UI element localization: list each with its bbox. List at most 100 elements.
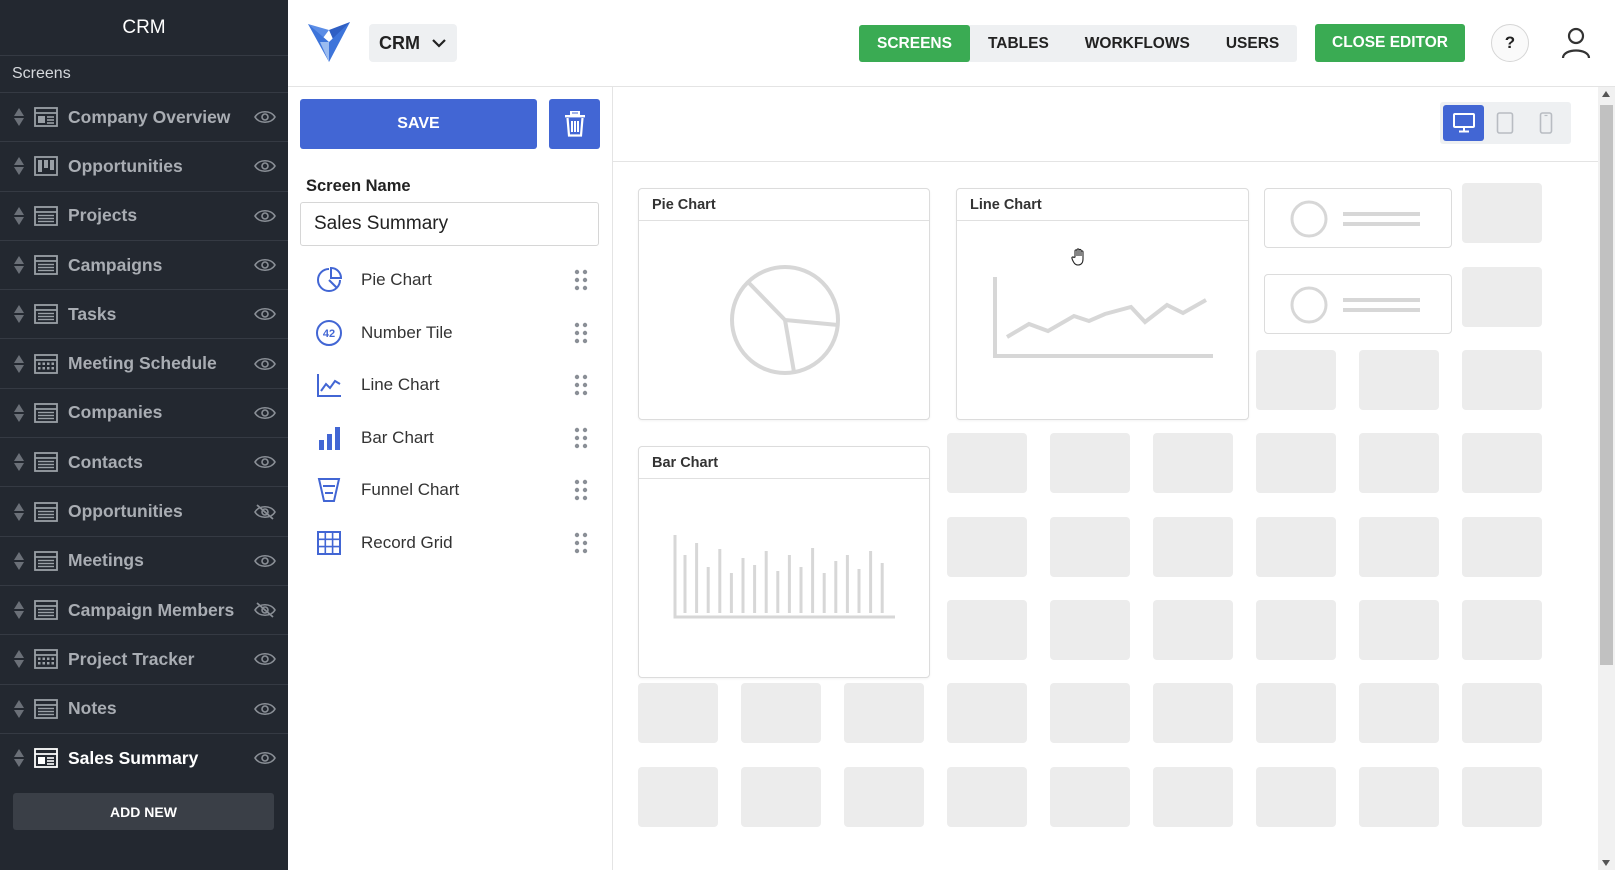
widget-bar-chart[interactable]: Bar Chart <box>300 412 600 465</box>
grid-cell[interactable] <box>1256 517 1336 577</box>
grid-cell[interactable] <box>1153 433 1233 493</box>
tab-users[interactable]: USERS <box>1208 25 1297 62</box>
sidebar-item-project-tracker[interactable]: Project Tracker <box>0 634 288 683</box>
reorder-handle-icon[interactable] <box>12 502 26 521</box>
mobile-view-button[interactable] <box>1525 105 1566 141</box>
grid-cell[interactable] <box>947 767 1027 827</box>
eye-off-icon[interactable] <box>254 503 276 520</box>
sidebar-item-company-overview[interactable]: Company Overview <box>0 92 288 141</box>
reorder-handle-icon[interactable] <box>12 650 26 669</box>
grid-cell[interactable] <box>1359 767 1439 827</box>
grid-cell[interactable] <box>1462 683 1542 743</box>
grid-cell[interactable] <box>1153 767 1233 827</box>
tab-screens[interactable]: SCREENS <box>859 25 970 62</box>
sidebar-item-notes[interactable]: Notes <box>0 683 288 733</box>
grid-cell[interactable] <box>1359 433 1439 493</box>
sidebar-item-campaign-members[interactable]: Campaign Members <box>0 584 288 634</box>
eye-icon[interactable] <box>254 306 276 322</box>
eye-icon[interactable] <box>254 651 276 667</box>
scroll-down-arrow-icon[interactable] <box>1602 860 1610 866</box>
grid-cell[interactable] <box>1256 600 1336 660</box>
pie-chart-card[interactable]: Pie Chart <box>638 188 930 420</box>
grid-cell[interactable] <box>1462 183 1542 243</box>
close-editor-button[interactable]: CLOSE EDITOR <box>1315 24 1465 62</box>
reorder-handle-icon[interactable] <box>12 551 26 570</box>
sidebar-item-sales-summary[interactable]: Sales Summary <box>0 732 288 782</box>
widget-line-chart[interactable]: Line Chart <box>300 359 600 412</box>
grid-cell[interactable] <box>947 683 1027 743</box>
grid-cell[interactable] <box>1462 350 1542 410</box>
reorder-handle-icon[interactable] <box>12 354 26 373</box>
add-new-screen-button[interactable]: ADD NEW <box>13 793 274 830</box>
grid-cell[interactable] <box>1256 683 1336 743</box>
drag-handle-icon[interactable] <box>574 479 588 501</box>
reorder-handle-icon[interactable] <box>12 157 26 176</box>
sidebar-item-companies[interactable]: Companies <box>0 387 288 437</box>
grid-cell[interactable] <box>947 600 1027 660</box>
sidebar-item-contacts[interactable]: Contacts <box>0 437 288 486</box>
reorder-handle-icon[interactable] <box>12 206 26 225</box>
reorder-handle-icon[interactable] <box>12 403 26 422</box>
eye-icon[interactable] <box>254 109 276 125</box>
screen-name-input[interactable] <box>300 202 599 246</box>
help-button[interactable]: ? <box>1491 24 1529 62</box>
grid-cell[interactable] <box>1359 683 1439 743</box>
grid-cell[interactable] <box>1462 433 1542 493</box>
eye-icon[interactable] <box>254 405 276 421</box>
sidebar-item-campaigns[interactable]: Campaigns <box>0 239 288 289</box>
scroll-up-arrow-icon[interactable] <box>1602 91 1610 97</box>
eye-icon[interactable] <box>254 257 276 273</box>
grid-cell[interactable] <box>1050 600 1130 660</box>
grid-cell[interactable] <box>638 767 718 827</box>
tab-tables[interactable]: TABLES <box>970 25 1067 62</box>
grid-cell[interactable] <box>741 767 821 827</box>
reorder-handle-icon[interactable] <box>12 108 26 127</box>
drag-handle-icon[interactable] <box>574 322 588 344</box>
grid-cell[interactable] <box>1050 683 1130 743</box>
number-tile-card[interactable] <box>1264 188 1452 248</box>
sidebar-item-projects[interactable]: Projects <box>0 190 288 240</box>
grid-cell[interactable] <box>1153 683 1233 743</box>
widget-pie-chart[interactable]: Pie Chart <box>300 254 600 307</box>
grid-cell[interactable] <box>1153 517 1233 577</box>
line-chart-card[interactable]: Line Chart <box>956 188 1249 420</box>
reorder-handle-icon[interactable] <box>12 601 26 620</box>
grid-cell[interactable] <box>1462 517 1542 577</box>
reorder-handle-icon[interactable] <box>12 699 26 718</box>
sidebar-item-tasks[interactable]: Tasks <box>0 289 288 338</box>
grid-cell[interactable] <box>1050 517 1130 577</box>
eye-icon[interactable] <box>254 750 276 766</box>
eye-icon[interactable] <box>254 208 276 224</box>
desktop-view-button[interactable] <box>1443 105 1484 141</box>
grid-cell[interactable] <box>1256 433 1336 493</box>
sidebar-item-meetings[interactable]: Meetings <box>0 535 288 585</box>
grid-cell[interactable] <box>1462 767 1542 827</box>
eye-icon[interactable] <box>254 356 276 372</box>
reorder-handle-icon[interactable] <box>12 305 26 324</box>
canvas-scrollbar[interactable] <box>1598 87 1615 870</box>
widget-funnel-chart[interactable]: Funnel Chart <box>300 464 600 517</box>
tab-workflows[interactable]: WORKFLOWS <box>1067 25 1208 62</box>
grid-cell[interactable] <box>1050 433 1130 493</box>
drag-handle-icon[interactable] <box>574 374 588 396</box>
grid-cell[interactable] <box>1256 350 1336 410</box>
widget-record-grid[interactable]: Record Grid <box>300 517 600 570</box>
sidebar-item-meeting-schedule[interactable]: Meeting Schedule <box>0 338 288 387</box>
grid-cell[interactable] <box>1050 767 1130 827</box>
sidebar-item-opportunities[interactable]: Opportunities <box>0 141 288 190</box>
grid-cell[interactable] <box>1462 267 1542 327</box>
save-button[interactable]: SAVE <box>300 99 537 149</box>
eye-icon[interactable] <box>254 701 276 717</box>
app-switcher-dropdown[interactable]: CRM <box>369 24 457 62</box>
grid-cell[interactable] <box>741 683 821 743</box>
eye-icon[interactable] <box>254 454 276 470</box>
grid-cell[interactable] <box>844 767 924 827</box>
number-tile-card[interactable] <box>1264 274 1452 334</box>
widget-number-tile[interactable]: 42 Number Tile <box>300 307 600 360</box>
grid-cell[interactable] <box>844 683 924 743</box>
grid-cell[interactable] <box>1359 517 1439 577</box>
grid-cell[interactable] <box>1359 600 1439 660</box>
tablet-view-button[interactable] <box>1484 105 1525 141</box>
grid-cell[interactable] <box>1256 767 1336 827</box>
reorder-handle-icon[interactable] <box>12 453 26 472</box>
